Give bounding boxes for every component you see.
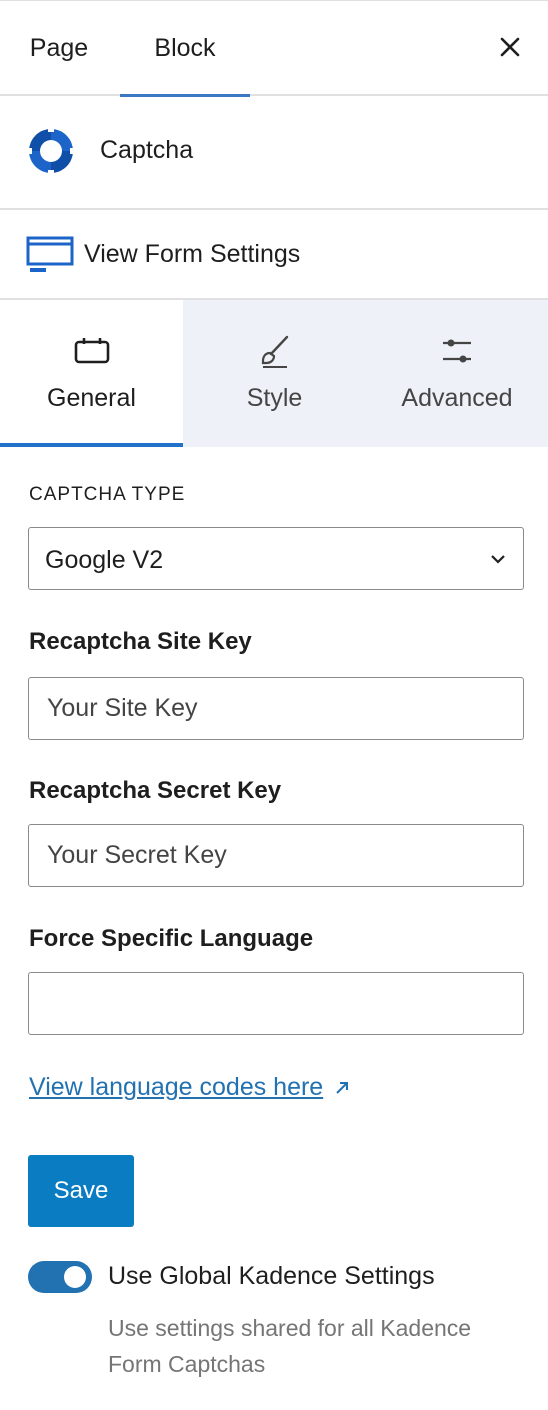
kadence-captcha-logo-icon — [26, 126, 76, 176]
sliders-icon — [437, 334, 477, 368]
language-codes-link-text: View language codes here — [29, 1073, 324, 1101]
language-codes-link[interactable]: View language codes here — [29, 1073, 353, 1102]
tab-general[interactable]: General — [0, 300, 183, 447]
global-settings-toggle[interactable] — [28, 1261, 92, 1293]
global-settings-help: Use settings shared for all Kadence Form… — [108, 1315, 472, 1377]
captcha-type-label: CAPTCHA TYPE — [29, 484, 186, 505]
tab-style[interactable]: Style — [183, 300, 366, 447]
tab-block[interactable]: Block — [120, 1, 250, 97]
general-tab-icon — [72, 334, 112, 368]
external-link-icon — [331, 1077, 353, 1099]
tab-style-label: Style — [246, 384, 303, 412]
tab-page[interactable]: Page — [0, 1, 118, 95]
site-key-label: Recaptcha Site Key — [29, 628, 252, 655]
captcha-type-select[interactable]: Google V2 — [28, 527, 524, 590]
chevron-down-icon — [489, 552, 507, 566]
site-key-input[interactable] — [28, 677, 524, 740]
global-settings-label: Use Global Kadence Settings — [108, 1262, 435, 1290]
language-input[interactable] — [28, 972, 524, 1035]
secret-key-label: Recaptcha Secret Key — [29, 777, 282, 804]
save-button[interactable]: Save — [28, 1155, 134, 1227]
sidebar-tabs: Page Block — [0, 0, 548, 97]
toggle-knob — [64, 1266, 86, 1288]
form-window-icon — [26, 234, 76, 280]
inspector-tabs: General Style Advanced — [0, 300, 548, 447]
tab-advanced[interactable]: Advanced — [366, 300, 548, 447]
language-label: Force Specific Language — [29, 925, 314, 952]
tab-general-label: General — [47, 384, 136, 412]
view-form-settings-label: View Form Settings — [84, 240, 301, 268]
close-icon[interactable] — [494, 31, 526, 63]
paintbrush-icon — [255, 334, 295, 368]
captcha-type-value: Google V2 — [45, 546, 164, 574]
secret-key-input[interactable] — [28, 824, 524, 887]
block-title: Captcha — [100, 136, 194, 164]
block-card: Captcha — [0, 96, 548, 210]
view-form-settings-button[interactable]: View Form Settings — [0, 210, 548, 300]
tab-advanced-label: Advanced — [401, 384, 513, 412]
